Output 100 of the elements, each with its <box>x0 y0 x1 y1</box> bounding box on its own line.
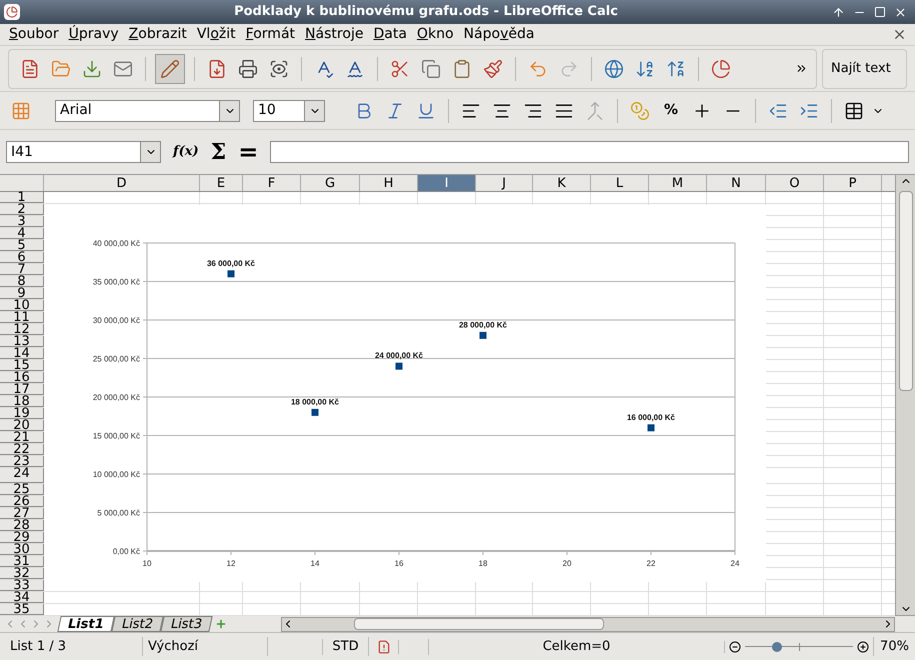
x-tick-label: 12 <box>226 559 236 568</box>
font-size-field[interactable]: 10 <box>253 100 325 122</box>
column-header[interactable]: L <box>591 175 649 191</box>
sheet-tab[interactable]: List3 <box>160 616 212 632</box>
y-tick-label: 10 000,00 Kč <box>92 470 140 479</box>
percent-button[interactable]: % <box>658 100 684 121</box>
sum-display: Celkem=0 <box>542 638 612 656</box>
row-header[interactable]: 25 <box>0 484 44 495</box>
row-header[interactable]: 11 <box>0 312 44 323</box>
row-header[interactable]: 20 <box>0 420 44 431</box>
row-header[interactable]: 16 <box>0 372 44 383</box>
menu-item[interactable]: Vložit <box>192 24 241 45</box>
column-header[interactable]: N <box>707 175 766 191</box>
menu-item[interactable]: Formát <box>240 24 300 45</box>
column-header[interactable]: E <box>200 175 243 191</box>
column-header[interactable]: P <box>824 175 882 191</box>
menu-item[interactable]: Zobrazit <box>124 24 192 45</box>
column-header[interactable]: M <box>649 175 707 191</box>
zoom-percent[interactable]: 70% <box>873 636 915 656</box>
row-header[interactable]: 21 <box>0 432 44 443</box>
row-header[interactable]: 17 <box>0 384 44 395</box>
column-header[interactable]: O <box>766 175 824 191</box>
row-header[interactable]: 3 <box>0 216 44 227</box>
row-header[interactable]: 22 <box>0 444 44 455</box>
column-header[interactable]: G <box>301 175 360 191</box>
row-header[interactable]: 4 <box>0 228 44 239</box>
data-label: 28 000,00 Kč <box>458 320 508 330</box>
horizontal-scrollbar[interactable] <box>280 616 895 632</box>
zoom-slider-thumb[interactable] <box>772 642 782 652</box>
menu-item[interactable]: Nápověda <box>458 24 540 45</box>
column-header[interactable]: I <box>418 175 476 191</box>
font-name-field[interactable]: Arial <box>55 100 240 122</box>
sheet-tab[interactable]: List2 <box>111 616 164 632</box>
row-header[interactable]: 29 <box>0 532 44 543</box>
y-tick-label: 20 000,00 Kč <box>92 393 140 402</box>
row-header[interactable]: 23 <box>0 456 44 467</box>
row-header[interactable]: 34 <box>0 592 44 603</box>
column-header[interactable]: K <box>533 175 591 191</box>
x-tick-label: 20 <box>562 559 572 568</box>
chart[interactable]: 40 000,00 Kč 35 000,00 Kč 30 000,00 Kč 25 000,00 Kč 20 000,00 Kč 15 000,00 Kč 10 000,00 Kč 5 000,00 Kč 0,00 Kč 10 12 14 16 18 20 22 24 36 000,00 Kč 18 000,00 Kč 24 000,00 Kč 28 000,00 Kč 16 000,00 Kč <box>44 205 766 582</box>
zoom-out-icon[interactable] <box>729 640 741 652</box>
menu-item[interactable]: Okno <box>412 24 459 45</box>
row-header[interactable]: 13 <box>0 336 44 347</box>
y-tick-label: 35 000,00 Kč <box>92 278 140 286</box>
data-point <box>648 424 654 432</box>
row-header[interactable]: 7 <box>0 264 44 275</box>
row-header[interactable]: 10 <box>0 300 44 311</box>
data-label: 36 000,00 Kč <box>206 258 256 268</box>
row-header[interactable]: 14 <box>0 348 44 359</box>
row-header[interactable]: 28 <box>0 520 44 531</box>
x-tick-label: 18 <box>478 559 488 568</box>
close-icon[interactable] <box>894 6 907 18</box>
maximize-icon[interactable] <box>874 6 886 18</box>
keep-above-icon[interactable] <box>832 6 845 18</box>
row-header[interactable]: 32 <box>0 568 44 579</box>
column-header[interactable]: J <box>476 175 533 191</box>
row-header[interactable]: 19 <box>0 408 44 419</box>
menu-item[interactable]: Nástroje <box>300 24 368 45</box>
row-header[interactable]: 1 <box>0 192 44 203</box>
data-point <box>312 408 318 416</box>
row-header[interactable]: 18 <box>0 396 44 407</box>
row-header[interactable]: 8 <box>0 276 44 287</box>
column-header[interactable]: F <box>243 175 301 191</box>
sum-button[interactable]: Σ <box>210 136 226 168</box>
row-header[interactable]: 2 <box>0 204 44 215</box>
x-tick-label: 22 <box>646 559 656 568</box>
window-title: Podklady k bublinovému grafu.ods - LibreOffice Calc <box>233 3 619 22</box>
vertical-scrollbar-thumb[interactable] <box>898 191 912 391</box>
data-label: 16 000,00 Kč <box>626 412 676 422</box>
column-header[interactable]: D <box>44 175 200 191</box>
menu-item[interactable]: Data <box>368 24 412 45</box>
sheet-tab[interactable]: List1 <box>57 616 114 632</box>
row-header[interactable]: 9 <box>0 288 44 299</box>
more-icon[interactable] <box>795 62 808 75</box>
data-label: 18 000,00 Kč <box>290 397 340 406</box>
menu-item[interactable]: Soubor <box>4 24 64 45</box>
data-label: 24 000,00 Kč <box>374 351 424 360</box>
row-header[interactable]: 31 <box>0 556 44 567</box>
name-box[interactable]: I41 <box>6 141 161 163</box>
zoom-in-icon[interactable] <box>857 640 869 652</box>
zoom-slider[interactable] <box>745 640 853 652</box>
row-header[interactable]: 6 <box>0 252 44 263</box>
formula-input-field[interactable] <box>270 141 909 163</box>
edit-mode-icon[interactable] <box>155 54 185 84</box>
y-tick-label: 15 000,00 Kč <box>92 432 140 440</box>
row-header[interactable]: 5 <box>0 240 44 251</box>
row-header[interactable]: 30 <box>0 544 44 555</box>
row-header[interactable]: 26 <box>0 496 44 507</box>
close-document-icon[interactable] <box>892 27 907 42</box>
menu-item[interactable]: Úpravy <box>64 24 124 45</box>
row-header[interactable]: 35 <box>0 604 44 615</box>
x-tick-label: 14 <box>310 559 320 568</box>
row-header[interactable]: 12 <box>0 324 44 335</box>
row-header[interactable]: 15 <box>0 360 44 371</box>
equals-button[interactable]: = <box>238 134 258 170</box>
row-header[interactable]: 24 <box>0 468 44 483</box>
function-wizard-button[interactable]: f(x) <box>173 142 199 162</box>
row-header[interactable]: 33 <box>0 580 44 591</box>
row-header[interactable]: 27 <box>0 508 44 519</box>
horizontal-scrollbar-thumb[interactable] <box>354 618 604 630</box>
